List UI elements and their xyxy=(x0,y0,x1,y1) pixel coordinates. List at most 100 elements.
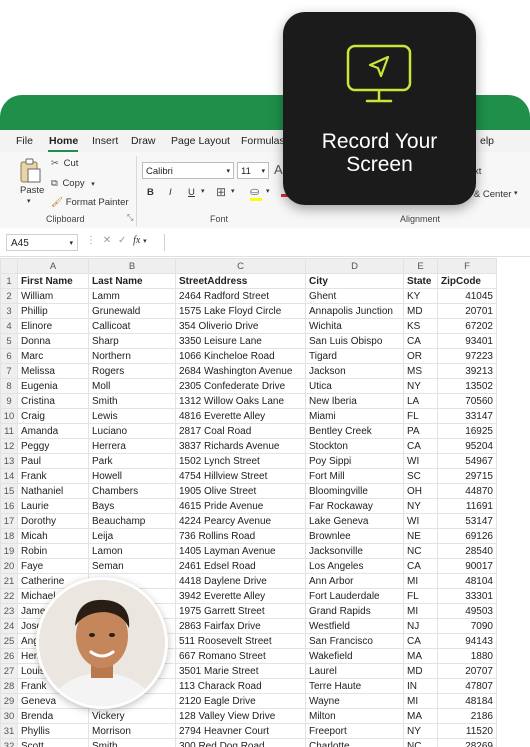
cell[interactable]: Wakefield xyxy=(305,648,404,664)
cell[interactable]: FL xyxy=(403,408,438,424)
cell[interactable]: 7090 xyxy=(437,618,497,634)
cell[interactable]: NY xyxy=(403,378,438,394)
cell[interactable]: MI xyxy=(403,573,438,589)
row-header[interactable]: 27 xyxy=(0,663,18,679)
dialog-launcher-icon[interactable]: ⤡ xyxy=(127,213,133,223)
row-header[interactable]: 18 xyxy=(0,528,18,544)
column-header-d[interactable]: D xyxy=(305,258,404,274)
cell[interactable]: Milton xyxy=(305,708,404,724)
cell[interactable]: 354 Oliverio Drive xyxy=(175,318,306,334)
cell[interactable]: MD xyxy=(403,663,438,679)
cell[interactable]: 1312 Willow Oaks Lane xyxy=(175,393,306,409)
select-all-corner[interactable] xyxy=(0,258,18,274)
cell[interactable]: 33147 xyxy=(437,408,497,424)
cell[interactable]: 2863 Fairfax Drive xyxy=(175,618,306,634)
cell[interactable]: MI xyxy=(403,603,438,619)
cell[interactable]: 4816 Everette Alley xyxy=(175,408,306,424)
formula-input[interactable] xyxy=(164,234,530,251)
cell[interactable]: Robin xyxy=(17,543,89,559)
cell[interactable]: Morrison xyxy=(88,723,176,739)
cell[interactable]: William xyxy=(17,288,89,304)
row-header[interactable]: 3 xyxy=(0,303,18,319)
cell[interactable]: 54967 xyxy=(437,453,497,469)
column-header-b[interactable]: B xyxy=(88,258,176,274)
cell[interactable]: 47807 xyxy=(437,678,497,694)
column-header-e[interactable]: E xyxy=(403,258,438,274)
cell[interactable]: 97223 xyxy=(437,348,497,364)
cell[interactable]: MS xyxy=(403,363,438,379)
column-title-cell[interactable]: StreetAddress xyxy=(175,273,306,289)
cell[interactable]: 128 Valley View Drive xyxy=(175,708,306,724)
row-header[interactable]: 23 xyxy=(0,603,18,619)
enter-icon[interactable]: ✓ xyxy=(118,235,126,246)
grow-font-icon[interactable]: A xyxy=(274,162,283,177)
cell[interactable]: WI xyxy=(403,513,438,529)
cell[interactable]: Howell xyxy=(88,468,176,484)
underline-button[interactable]: U xyxy=(188,187,195,198)
cell[interactable]: Annapolis Junction xyxy=(305,303,404,319)
cell[interactable]: Los Angeles xyxy=(305,558,404,574)
cell[interactable]: Sharp xyxy=(88,333,176,349)
cell[interactable]: 20707 xyxy=(437,663,497,679)
cell[interactable]: 29715 xyxy=(437,468,497,484)
cell[interactable]: 667 Romano Street xyxy=(175,648,306,664)
cell[interactable]: 28540 xyxy=(437,543,497,559)
cell[interactable]: San Francisco xyxy=(305,633,404,649)
cell[interactable]: 48184 xyxy=(437,693,497,709)
cell[interactable]: Stockton xyxy=(305,438,404,454)
cell[interactable]: Eugenia xyxy=(17,378,89,394)
cell[interactable]: 94143 xyxy=(437,633,497,649)
cell[interactable]: 4418 Daylene Drive xyxy=(175,573,306,589)
cell[interactable]: 2120 Eagle Drive xyxy=(175,693,306,709)
cell[interactable]: 44870 xyxy=(437,483,497,499)
cell[interactable]: Grand Rapids xyxy=(305,603,404,619)
paste-button[interactable] xyxy=(18,158,42,187)
cell[interactable]: 20701 xyxy=(437,303,497,319)
row-header[interactable]: 10 xyxy=(0,408,18,424)
tab-home[interactable]: Home xyxy=(49,135,78,147)
cell[interactable]: 93401 xyxy=(437,333,497,349)
cell[interactable]: 3501 Marie Street xyxy=(175,663,306,679)
row-header[interactable]: 8 xyxy=(0,378,18,394)
cell[interactable]: 2817 Coal Road xyxy=(175,423,306,439)
fill-color-button[interactable]: ⛀ xyxy=(250,185,262,201)
cell[interactable]: 1066 Kincheloe Road xyxy=(175,348,306,364)
row-header[interactable]: 14 xyxy=(0,468,18,484)
row-header[interactable]: 4 xyxy=(0,318,18,334)
cell[interactable]: LA xyxy=(403,393,438,409)
cell[interactable]: Bloomingville xyxy=(305,483,404,499)
cell[interactable]: Westfield xyxy=(305,618,404,634)
row-header[interactable]: 32 xyxy=(0,738,18,747)
font-name-select[interactable]: Calibri ▾ xyxy=(142,162,234,179)
column-header-f[interactable]: F xyxy=(437,258,497,274)
cell[interactable]: Seman xyxy=(88,558,176,574)
cell[interactable]: 49503 xyxy=(437,603,497,619)
row-header[interactable]: 29 xyxy=(0,693,18,709)
row-header[interactable]: 17 xyxy=(0,513,18,529)
cell[interactable]: Ghent xyxy=(305,288,404,304)
cell[interactable]: 11691 xyxy=(437,498,497,514)
cell[interactable]: Rogers xyxy=(88,363,176,379)
column-title-cell[interactable]: Last Name xyxy=(88,273,176,289)
cell[interactable]: Jackson xyxy=(305,363,404,379)
cell[interactable]: 11520 xyxy=(437,723,497,739)
cell[interactable]: 16925 xyxy=(437,423,497,439)
cell[interactable]: MD xyxy=(403,303,438,319)
cell[interactable]: Phyllis xyxy=(17,723,89,739)
record-screen-card[interactable]: Record Your Screen xyxy=(283,12,476,205)
cell[interactable]: NJ xyxy=(403,618,438,634)
row-header[interactable]: 28 xyxy=(0,678,18,694)
cell[interactable]: 2794 Heavner Court xyxy=(175,723,306,739)
cell[interactable]: 1905 Olive Street xyxy=(175,483,306,499)
cell[interactable]: 1880 xyxy=(437,648,497,664)
row-header[interactable]: 20 xyxy=(0,558,18,574)
cell[interactable]: Laurie xyxy=(17,498,89,514)
cell[interactable]: MA xyxy=(403,648,438,664)
column-header-a[interactable]: A xyxy=(17,258,89,274)
cell[interactable]: 90017 xyxy=(437,558,497,574)
row-header[interactable]: 1 xyxy=(0,273,18,289)
row-header[interactable]: 21 xyxy=(0,573,18,589)
tab-draw[interactable]: Draw xyxy=(131,135,156,147)
cell[interactable]: Micah xyxy=(17,528,89,544)
cell[interactable]: NE xyxy=(403,528,438,544)
